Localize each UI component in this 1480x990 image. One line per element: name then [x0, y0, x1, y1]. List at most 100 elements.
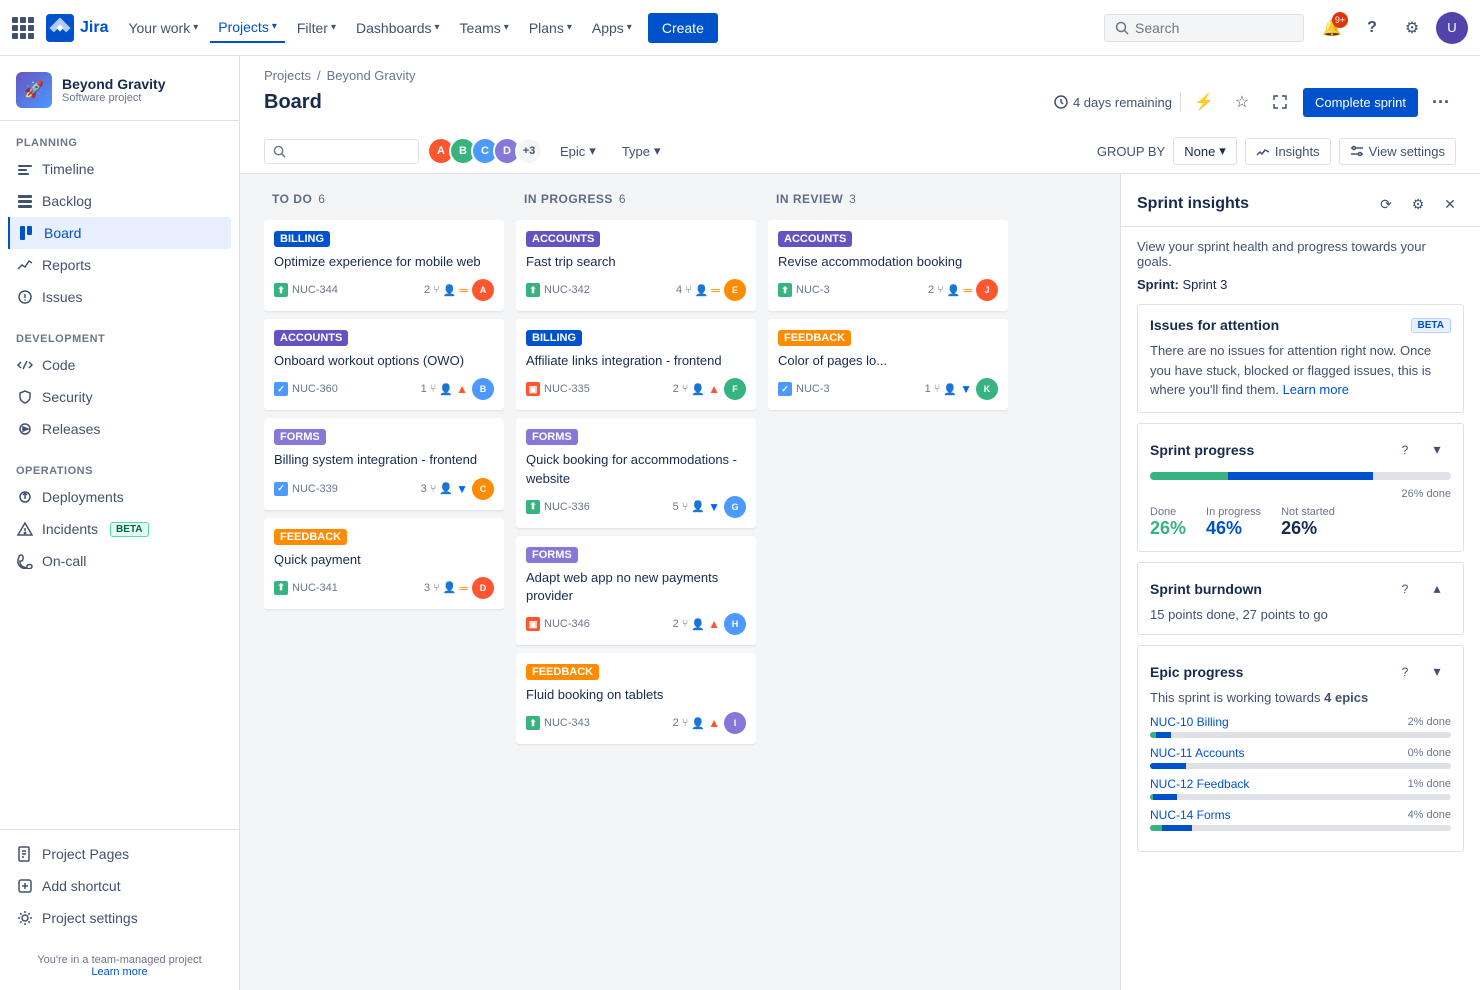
group-by-select[interactable]: None ▾	[1173, 137, 1237, 165]
help-icon-btn[interactable]: ?	[1391, 575, 1419, 603]
sidebar-item-project-settings[interactable]: Project settings	[8, 902, 231, 934]
epic-item-header: NUC-12 Feedback 1% done	[1150, 777, 1451, 791]
board-card[interactable]: FORMS Billing system integration - front…	[264, 418, 504, 509]
board-card[interactable]: ACCOUNTS Onboard workout options (OWO) ✓…	[264, 319, 504, 410]
column-count: 6	[619, 192, 626, 206]
board-search-input[interactable]	[290, 144, 410, 159]
development-section: DEVELOPMENT Code Security Releases	[0, 317, 239, 449]
collapse-button[interactable]: ▾	[1423, 436, 1451, 464]
more-options-button[interactable]: ···	[1426, 87, 1456, 117]
sidebar-item-incidents[interactable]: Incidents BETA	[8, 513, 231, 545]
help-icon-btn[interactable]: ?	[1391, 436, 1419, 464]
sidebar-item-label: Incidents	[42, 521, 98, 537]
card-id-row: ✓ NUC-339	[274, 482, 417, 496]
settings-button[interactable]: ⚙	[1404, 190, 1432, 218]
epic-link[interactable]: NUC-10 Billing	[1150, 715, 1229, 729]
board-card[interactable]: FEEDBACK Fluid booking on tablets ⬆ NUC-…	[516, 653, 756, 744]
jira-logo[interactable]: Jira	[46, 14, 108, 42]
sidebar-item-security[interactable]: Security	[8, 381, 231, 413]
board-card[interactable]: FORMS Adapt web app no new payments prov…	[516, 536, 756, 645]
stat-done: Done 26%	[1150, 506, 1186, 539]
burndown-title: Sprint burndown	[1150, 581, 1262, 597]
help-button[interactable]: ?	[1356, 12, 1388, 44]
board-card[interactable]: BILLING Optimize experience for mobile w…	[264, 220, 504, 311]
sidebar: 🚀 Beyond Gravity Software project PLANNI…	[0, 56, 240, 990]
priority-icon: ▲	[708, 617, 720, 631]
search-input[interactable]	[1135, 20, 1265, 36]
fullscreen-button[interactable]	[1265, 87, 1295, 117]
card-title: Optimize experience for mobile web	[274, 253, 494, 271]
epic-progress-card: Epic progress ? ▾ This sprint is working…	[1137, 645, 1464, 852]
notifications-button[interactable]: 🔔 9+	[1316, 12, 1348, 44]
nav-filter[interactable]: Filter ▾	[289, 14, 344, 42]
nav-teams[interactable]: Teams ▾	[452, 14, 517, 42]
branch-icon: ⑂	[937, 284, 944, 296]
create-button[interactable]: Create	[648, 13, 718, 43]
sidebar-item-add-shortcut[interactable]: Add shortcut	[8, 870, 231, 902]
sidebar-bottom: Project Pages Add shortcut Project setti…	[0, 829, 239, 942]
sidebar-item-board[interactable]: Board	[8, 217, 231, 249]
epic-filter[interactable]: Epic ▾	[551, 137, 605, 165]
learn-more-link[interactable]: Learn more	[91, 966, 147, 978]
card-title: Issues for attention	[1150, 317, 1279, 333]
board-title: Board	[264, 91, 322, 114]
epic-progress-bar	[1150, 794, 1451, 800]
user-icon: 👤	[943, 383, 957, 396]
nav-apps[interactable]: Apps ▾	[584, 14, 640, 42]
user-icon: 👤	[695, 284, 709, 297]
board-card[interactable]: FEEDBACK Quick payment ⬆ NUC-341 3 ⑂ 👤 ═…	[264, 518, 504, 609]
sidebar-item-releases[interactable]: Releases	[8, 413, 231, 445]
epic-link[interactable]: NUC-11 Accounts	[1150, 746, 1244, 760]
card-footer: ✓ NUC-339 3 ⑂ 👤 ▼ C	[274, 478, 494, 500]
nav-your-work[interactable]: Your work ▾	[120, 14, 206, 42]
card-header: Issues for attention BETA	[1150, 317, 1451, 333]
collapse-button[interactable]: ▾	[1423, 658, 1451, 686]
user-avatar[interactable]: U	[1436, 12, 1468, 44]
board-card[interactable]: BILLING Affiliate links integration - fr…	[516, 319, 756, 410]
type-filter[interactable]: Type ▾	[613, 137, 670, 165]
board-card[interactable]: ACCOUNTS Revise accommodation booking ⬆ …	[768, 220, 1008, 311]
help-icon-btn[interactable]: ?	[1391, 658, 1419, 686]
sidebar-item-issues[interactable]: Issues	[8, 281, 231, 313]
issue-type-icon: ✓	[274, 382, 288, 396]
epic-item: NUC-12 Feedback 1% done	[1150, 777, 1451, 800]
epic-link[interactable]: NUC-14 Forms	[1150, 808, 1231, 822]
issue-type-icon: ⬆	[526, 500, 540, 514]
search-box[interactable]	[1104, 14, 1304, 42]
expand-button[interactable]: ▴	[1423, 575, 1451, 603]
board-card[interactable]: FEEDBACK Color of pages lo... ✓ NUC-3 1 …	[768, 319, 1008, 410]
sidebar-item-project-pages[interactable]: Project Pages	[8, 838, 231, 870]
board-card[interactable]: ACCOUNTS Fast trip search ⬆ NUC-342 4 ⑂ …	[516, 220, 756, 311]
sidebar-item-oncall[interactable]: On-call	[8, 545, 231, 577]
complete-sprint-button[interactable]: Complete sprint	[1303, 88, 1418, 117]
settings-button[interactable]: ⚙	[1396, 12, 1428, 44]
sidebar-item-timeline[interactable]: Timeline	[8, 153, 231, 185]
nav-dashboards[interactable]: Dashboards ▾	[348, 14, 448, 42]
lightning-button[interactable]: ⚡	[1189, 87, 1219, 117]
sidebar-item-reports[interactable]: Reports	[8, 249, 231, 281]
card-id-row: ⬆ NUC-336	[526, 500, 669, 514]
sidebar-item-label: Add shortcut	[42, 878, 121, 894]
board-search[interactable]	[264, 139, 419, 164]
sidebar-item-deployments[interactable]: Deployments	[8, 481, 231, 513]
card-avatar: C	[472, 478, 494, 500]
sidebar-item-code[interactable]: Code	[8, 349, 231, 381]
epic-link[interactable]: NUC-12 Feedback	[1150, 777, 1249, 791]
grid-menu-icon[interactable]	[12, 17, 34, 39]
view-settings-button[interactable]: View settings	[1339, 138, 1456, 165]
board-card[interactable]: FORMS Quick booking for accommodations -…	[516, 418, 756, 527]
sidebar-item-backlog[interactable]: Backlog	[8, 185, 231, 217]
breadcrumb-project[interactable]: Beyond Gravity	[327, 68, 416, 83]
star-button[interactable]: ☆	[1227, 87, 1257, 117]
nav-plans[interactable]: Plans ▾	[521, 14, 580, 42]
refresh-button[interactable]: ⟳	[1372, 190, 1400, 218]
breadcrumb-projects[interactable]: Projects	[264, 68, 311, 83]
insights-button[interactable]: Insights	[1245, 138, 1331, 165]
cards-list: BILLING Optimize experience for mobile w…	[264, 220, 504, 978]
nav-projects[interactable]: Projects ▾	[210, 13, 285, 43]
close-button[interactable]: ✕	[1436, 190, 1464, 218]
learn-more-link[interactable]: Learn more	[1283, 382, 1349, 397]
sidebar-item-label: Code	[42, 357, 75, 373]
branch-icon: ⑂	[934, 383, 941, 395]
avatar-filter-more[interactable]: +3	[515, 137, 543, 165]
